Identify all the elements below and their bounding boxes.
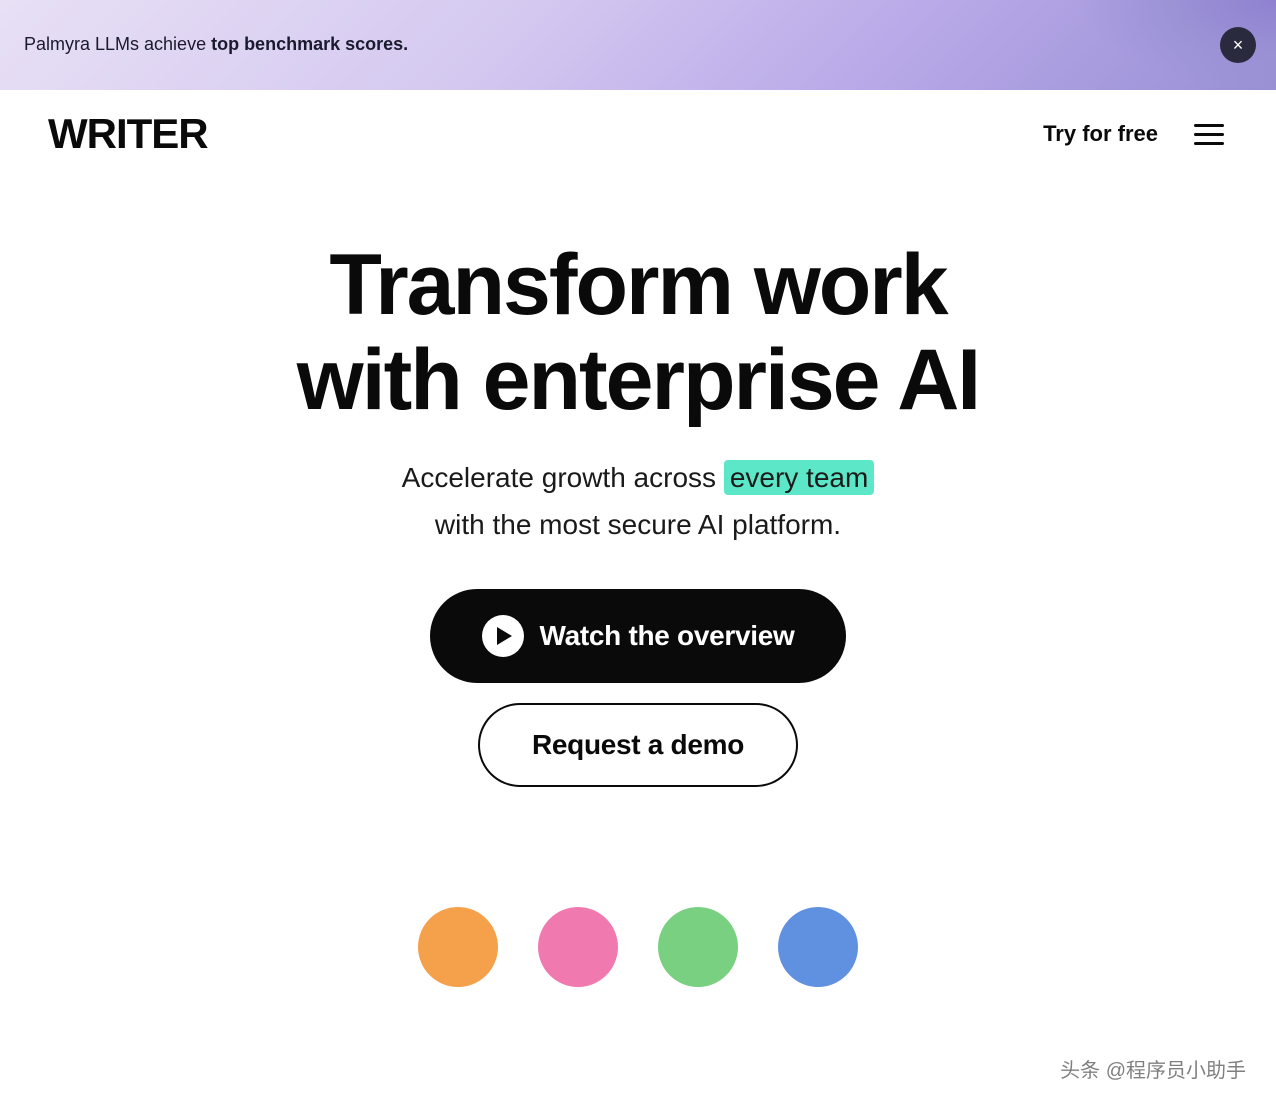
request-demo-button[interactable]: Request a demo <box>478 703 798 787</box>
hero-subtitle: Accelerate growth across every team <box>402 457 875 499</box>
banner-text-normal: Palmyra LLMs achieve <box>24 34 211 54</box>
hamburger-line-2 <box>1194 133 1224 136</box>
play-icon <box>482 615 524 657</box>
icon-blue <box>778 907 858 987</box>
banner-close-button[interactable]: × <box>1220 27 1256 63</box>
icons-row <box>0 887 1276 1007</box>
hamburger-menu-button[interactable] <box>1190 120 1228 149</box>
play-triangle <box>497 627 512 645</box>
watermark: 头条 @程序员小助手 <box>1060 1054 1246 1083</box>
hero-subtitle-line2: with the most secure AI platform. <box>435 509 841 541</box>
nav-right: Try for free <box>1043 120 1228 149</box>
hamburger-line-1 <box>1194 124 1224 127</box>
watch-overview-button[interactable]: Watch the overview <box>430 589 847 683</box>
hero-section: Transform work with enterprise AI Accele… <box>0 178 1276 887</box>
announcement-banner: Palmyra LLMs achieve top benchmark score… <box>0 0 1276 90</box>
try-free-link[interactable]: Try for free <box>1043 121 1158 147</box>
hero-subtitle-highlight: every team <box>724 460 875 495</box>
hero-subtitle-part1: Accelerate growth across <box>402 462 724 493</box>
icon-green <box>658 907 738 987</box>
watch-overview-label: Watch the overview <box>540 620 795 652</box>
banner-text-bold: top benchmark scores. <box>211 34 408 54</box>
banner-text: Palmyra LLMs achieve top benchmark score… <box>24 32 408 57</box>
icon-orange <box>418 907 498 987</box>
cta-group: Watch the overview Request a demo <box>430 589 847 787</box>
navbar: WRITER Try for free <box>0 90 1276 178</box>
logo[interactable]: WRITER <box>48 110 208 158</box>
hero-title-line1: Transform work <box>329 237 946 333</box>
hero-title: Transform work with enterprise AI <box>297 238 979 427</box>
icon-pink <box>538 907 618 987</box>
hamburger-line-3 <box>1194 142 1224 145</box>
hero-title-line2: with enterprise AI <box>297 332 979 428</box>
